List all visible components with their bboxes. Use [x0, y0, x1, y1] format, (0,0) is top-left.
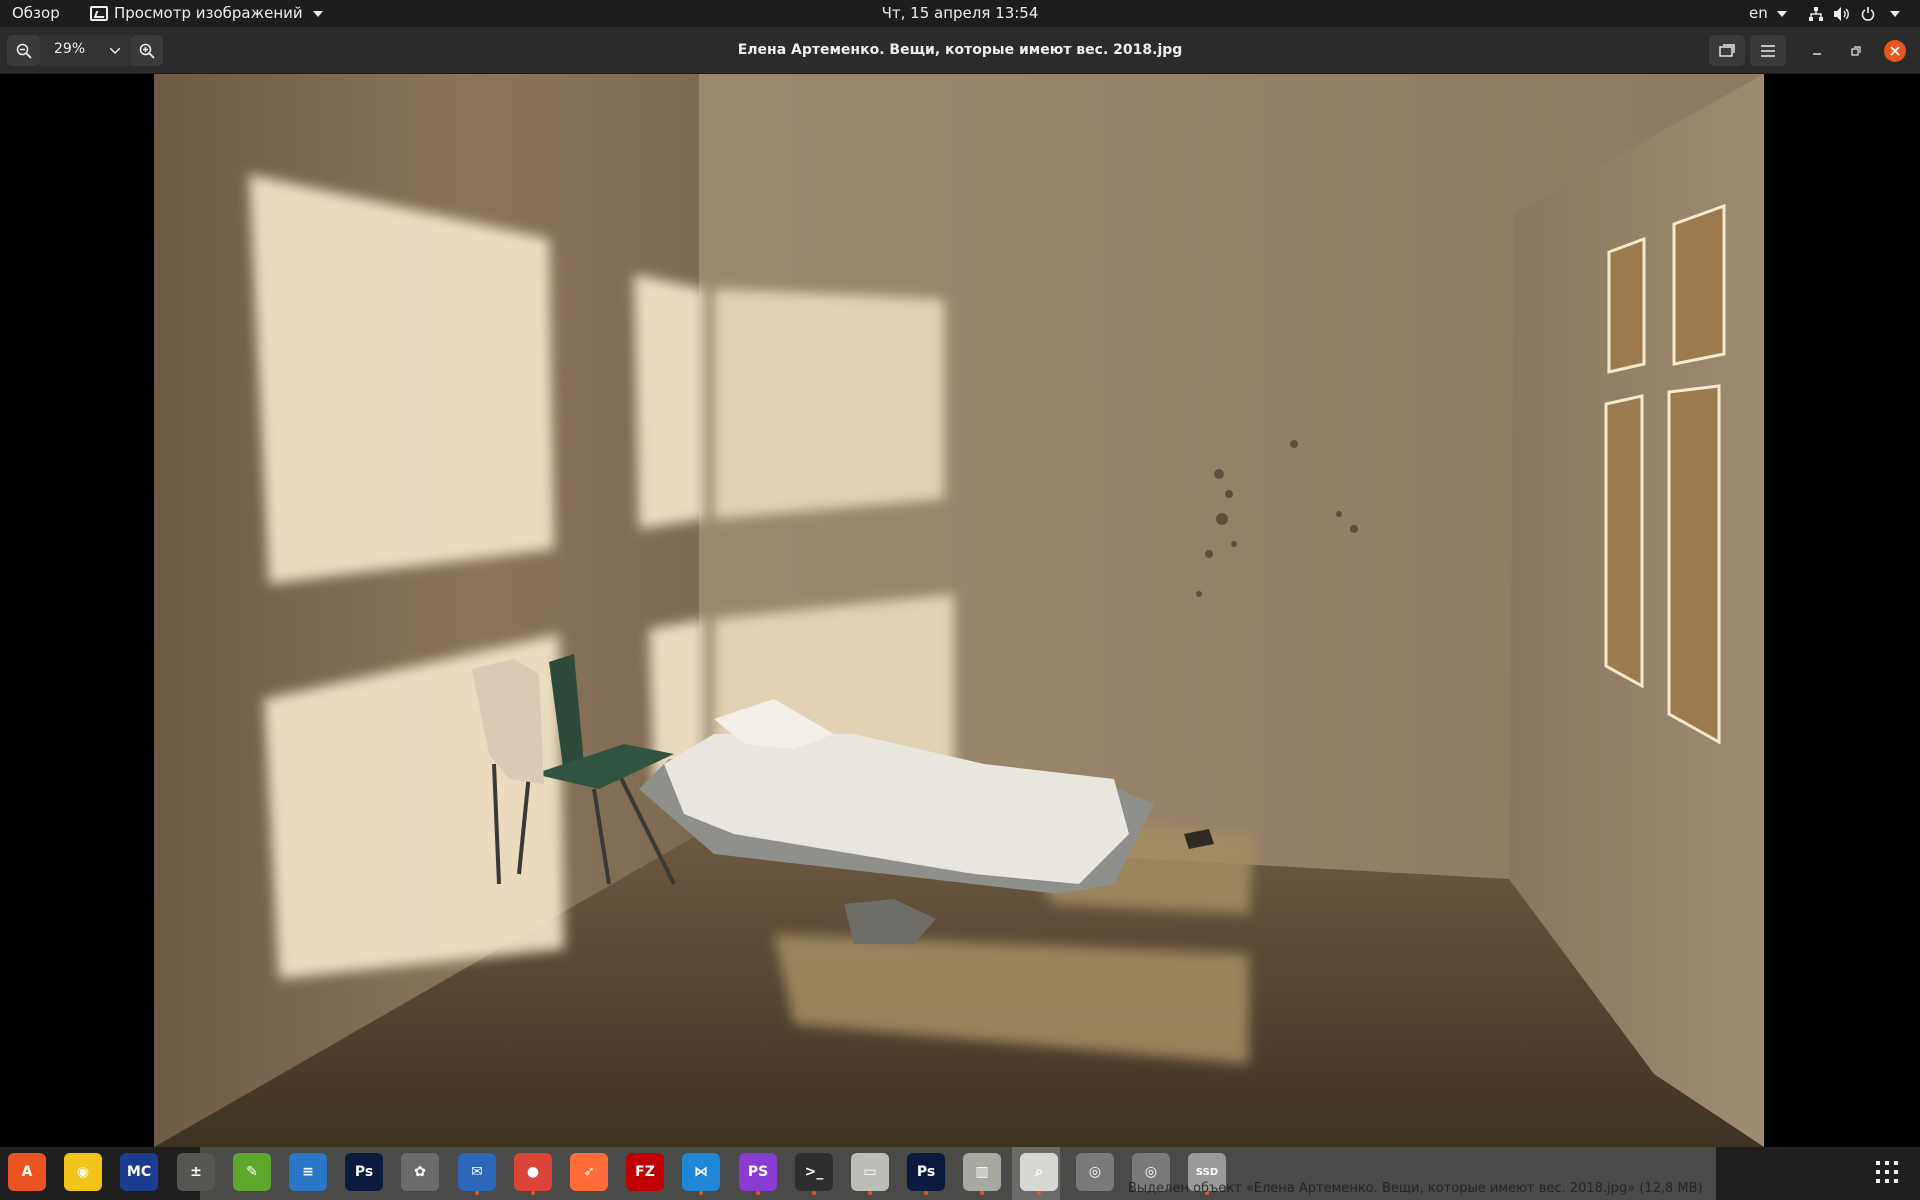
libreoffice-writer-glyph: ≡ [302, 1164, 314, 1180]
phpstorm-glyph: PS [747, 1164, 769, 1180]
photoshop-icon[interactable]: Ps [345, 1153, 383, 1191]
phpstorm-icon[interactable]: PS [739, 1153, 777, 1195]
activities-button[interactable]: Обзор [12, 0, 60, 27]
terminal-icon[interactable]: >_ [795, 1153, 833, 1195]
clock[interactable]: Чт, 15 апреля 13:54 [882, 4, 1039, 22]
running-indicator [924, 1191, 928, 1195]
ssd-drive-glyph: SSD [1195, 1166, 1219, 1178]
close-button[interactable] [1884, 40, 1906, 62]
running-indicator [1037, 1191, 1041, 1195]
hamburger-menu-icon [1761, 44, 1775, 57]
app-menu[interactable]: Просмотр изображений [90, 0, 323, 27]
gallery-icon [1719, 43, 1735, 57]
photoshop-2-icon[interactable]: Ps [907, 1153, 945, 1195]
disk-1-glyph: ◎ [1088, 1164, 1102, 1180]
files-glyph: ▭ [863, 1164, 877, 1180]
running-indicator [812, 1191, 816, 1195]
chevron-down-icon [1890, 10, 1900, 17]
chrome-glyph: ● [526, 1164, 540, 1180]
language-label: en [1749, 4, 1768, 22]
zoom-out-button[interactable] [7, 35, 40, 66]
rhythmbox-glyph: ◉ [76, 1164, 90, 1180]
ubuntu-software-icon[interactable]: A [8, 1153, 46, 1191]
close-icon [1890, 46, 1900, 56]
chevron-down-icon [312, 10, 323, 17]
zoom-out-icon [16, 43, 32, 59]
system-status-menu[interactable] [1808, 0, 1900, 27]
files-icon[interactable]: ▭ [851, 1153, 889, 1195]
maximize-button[interactable] [1845, 40, 1867, 62]
restore-icon [1851, 46, 1861, 56]
app-menu-label: Просмотр изображений [114, 4, 303, 22]
running-indicator [980, 1191, 984, 1195]
midnight-commander-glyph: MC [126, 1164, 152, 1180]
gimp-icon[interactable]: ✿ [401, 1153, 439, 1191]
leafpad-glyph: ✎ [246, 1164, 258, 1180]
ubuntu-software-glyph: A [21, 1164, 33, 1180]
window-title-area: Елена Артеменко. Вещи, которые имеют вес… [0, 27, 1920, 74]
archive-manager-icon[interactable]: ▥ [963, 1153, 1001, 1195]
power-icon [1860, 6, 1876, 22]
rhythmbox-icon[interactable]: ◉ [64, 1153, 102, 1191]
photoshop-2-glyph: Ps [916, 1164, 936, 1180]
filezilla-icon[interactable]: FZ [626, 1153, 664, 1191]
archive-manager-glyph: ▥ [975, 1164, 989, 1180]
vscode-icon[interactable]: ⋈ [682, 1153, 720, 1195]
room-photo [154, 74, 1764, 1147]
postman-glyph: ➶ [583, 1164, 595, 1180]
image-viewer-icon[interactable]: ⌕ [1020, 1153, 1058, 1195]
zoom-level-dropdown[interactable]: 29% [40, 35, 130, 66]
disk-1-icon[interactable]: ◎ [1076, 1153, 1114, 1191]
volume-icon [1834, 6, 1850, 22]
image-viewer-glyph: ⌕ [1035, 1164, 1043, 1180]
zoom-in-icon [139, 43, 155, 59]
running-indicator [531, 1191, 535, 1195]
window-title: Елена Артеменко. Вещи, которые имеют вес… [737, 42, 1183, 58]
filezilla-glyph: FZ [635, 1164, 655, 1180]
keyboard-layout-indicator[interactable]: en [1749, 0, 1787, 27]
leafpad-icon[interactable]: ✎ [233, 1153, 271, 1191]
disk-2-glyph: ◎ [1144, 1164, 1158, 1180]
image-canvas[interactable] [0, 74, 1920, 1147]
vscode-glyph: ⋈ [694, 1164, 708, 1180]
gallery-button[interactable] [1709, 35, 1745, 66]
image-viewer-icon [90, 6, 108, 21]
chevron-down-icon [110, 48, 120, 54]
running-indicator [868, 1191, 872, 1195]
zoom-in-button[interactable] [130, 35, 163, 66]
show-applications-icon[interactable] [1876, 1161, 1898, 1183]
header-bar: Елена Артеменко. Вещи, которые имеют вес… [0, 27, 1920, 74]
gimp-glyph: ✿ [414, 1164, 426, 1180]
libreoffice-writer-icon[interactable]: ≡ [289, 1153, 327, 1191]
network-icon [1808, 6, 1824, 22]
running-indicator [475, 1191, 479, 1195]
chevron-down-icon [1776, 10, 1787, 17]
calculator-icon[interactable]: ± [177, 1153, 215, 1191]
photoshop-glyph: Ps [354, 1164, 374, 1180]
main-menu-button[interactable] [1750, 35, 1786, 66]
running-indicator [756, 1191, 760, 1195]
running-indicator [699, 1191, 703, 1195]
dock: A ◉ MC ± ✎ ≡ Ps ✿ ✉ ● ➶ FZ ⋈ PS >_ ▭ Ps ▥ ⌕ ◎ ◎ SSD Выделен о… [0, 1147, 1920, 1200]
minimize-button[interactable] [1806, 40, 1828, 62]
terminal-glyph: >_ [804, 1164, 824, 1180]
postman-icon[interactable]: ➶ [570, 1153, 608, 1191]
thunderbird-glyph: ✉ [471, 1164, 483, 1180]
zoom-level-value: 29% [54, 41, 86, 57]
midnight-commander-icon[interactable]: MC [120, 1153, 158, 1191]
status-notification: Выделен объект «Елена Артеменко. Вещи, к… [1128, 1181, 1703, 1196]
top-bar: Обзор Просмотр изображений Чт, 15 апреля… [0, 0, 1920, 27]
chrome-icon[interactable]: ● [514, 1153, 552, 1195]
thunderbird-icon[interactable]: ✉ [458, 1153, 496, 1195]
minimize-icon [1813, 53, 1821, 55]
displayed-photo [154, 74, 1764, 1147]
calculator-glyph: ± [190, 1164, 202, 1180]
